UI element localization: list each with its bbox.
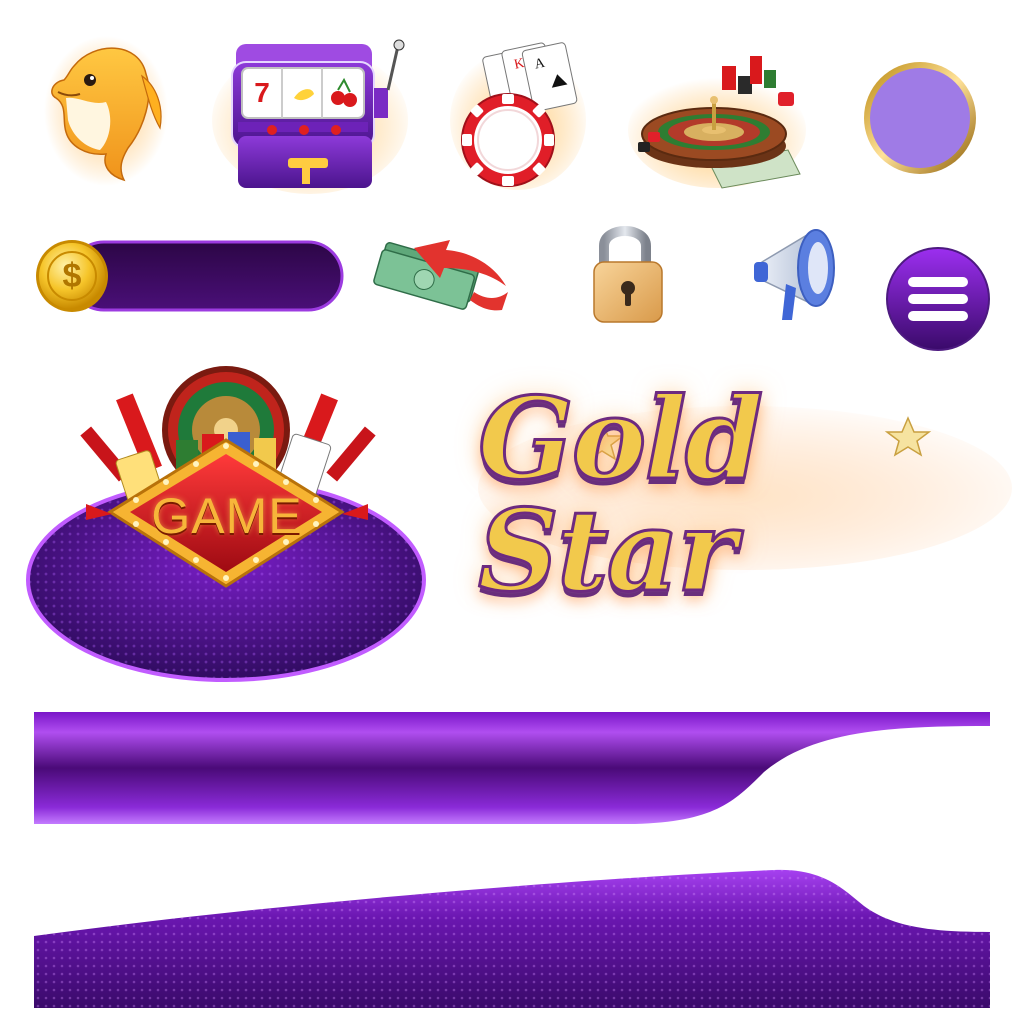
top-banner-bar	[34, 712, 990, 824]
svg-text:7: 7	[254, 77, 270, 108]
casino-chip-cards-icon: A K	[450, 40, 586, 190]
coin-symbol: $	[62, 256, 82, 295]
circle-button-icon[interactable]	[862, 60, 978, 176]
hamburger-menu-icon[interactable]	[884, 246, 992, 352]
slot-machine-icon: 7	[212, 39, 408, 194]
game-sign-label: GAME	[151, 488, 303, 544]
logo-title: Gold Star	[477, 374, 765, 617]
gold-star-logo: Gold Star	[477, 382, 1012, 609]
bottom-banner-bar	[34, 866, 990, 1008]
cash-transfer-icon	[373, 234, 512, 312]
dolphin-icon	[44, 36, 168, 186]
roulette-wheel-icon	[628, 46, 806, 189]
coin-balance-bar: $	[34, 238, 346, 314]
game-sign: GAME	[26, 354, 428, 682]
padlock-icon	[590, 218, 666, 326]
megaphone-icon	[752, 222, 844, 324]
